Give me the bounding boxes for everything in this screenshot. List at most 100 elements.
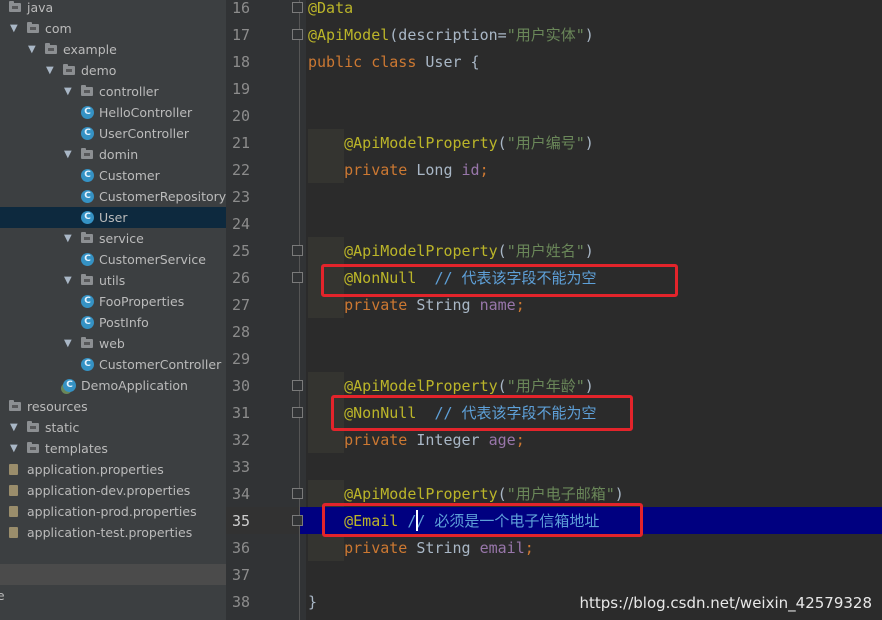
line-number: 18	[231, 53, 250, 71]
expand-arrow-icon[interactable]: ▼	[64, 81, 72, 102]
tree-item-static[interactable]: ▼ static	[0, 417, 226, 438]
tree-item-utils[interactable]: ▼ utils	[0, 270, 226, 291]
tree-item-label: re	[0, 588, 5, 603]
code-token: String	[416, 296, 480, 314]
tree-item-fooproperties[interactable]: C FooProperties	[0, 291, 226, 312]
tree-item-label: DemoApplication	[81, 378, 188, 393]
tree-item-label: service	[99, 231, 144, 246]
code-token: (	[497, 485, 507, 503]
code-line[interactable]: private String email;	[308, 535, 534, 562]
code-line[interactable]: @Data	[308, 0, 353, 22]
tree-item-controller[interactable]: ▼ controller	[0, 81, 226, 102]
folder-icon	[81, 85, 93, 96]
code-line[interactable]: @ApiModel(description="用户实体")	[308, 22, 594, 49]
tree-item-templates[interactable]: ▼ templates	[0, 438, 226, 459]
tree-item-label: User	[99, 210, 128, 225]
tree-item-postinfo[interactable]: C PostInfo	[0, 312, 226, 333]
tree-item-demoapplication[interactable]: C DemoApplication	[0, 375, 226, 396]
folder-icon	[45, 43, 57, 54]
code-token: )	[584, 377, 594, 395]
code-line[interactable]: public class User {	[308, 49, 480, 76]
fold-marker-icon[interactable]	[292, 245, 303, 256]
tree-item-customerrepository[interactable]: C CustomerRepository	[0, 186, 226, 207]
tree-item-customercontroller[interactable]: C CustomerController	[0, 354, 226, 375]
tree-item-service[interactable]: ▼ service	[0, 228, 226, 249]
tree-item-domin[interactable]: ▼ domin	[0, 144, 226, 165]
fold-end-icon[interactable]	[292, 407, 303, 418]
tree-item-web[interactable]: ▼ web	[0, 333, 226, 354]
tree-item-label: java	[27, 0, 54, 15]
tree-item-application-dev-properties[interactable]: application-dev.properties	[0, 480, 226, 501]
code-token: private	[344, 296, 417, 314]
tree-item-usercontroller[interactable]: C UserController	[0, 123, 226, 144]
code-token: (	[497, 134, 507, 152]
tree-item-label: Customer	[99, 168, 160, 183]
code-line[interactable]: @ApiModelProperty("用户姓名")	[308, 238, 594, 265]
expand-arrow-icon[interactable]: ▼	[64, 270, 72, 291]
code-token: @ApiModelProperty	[344, 134, 498, 152]
tree-item-resources[interactable]: ▼resources	[0, 396, 226, 417]
tree-item-user[interactable]: C User	[0, 207, 226, 228]
tree-item-label: CustomerService	[99, 252, 206, 267]
code-token: )	[584, 26, 594, 44]
line-number: 26	[231, 269, 250, 287]
fold-end-icon[interactable]	[292, 272, 303, 283]
tree-item-hellocontroller[interactable]: C HelloController	[0, 102, 226, 123]
tree-item-label: FooProperties	[99, 294, 185, 309]
tree-item-example[interactable]: ▼ example	[0, 39, 226, 60]
expand-arrow-icon[interactable]: ▼	[64, 333, 72, 354]
tree-item-demo[interactable]: ▼ demo	[0, 60, 226, 81]
code-line[interactable]: private Integer age;	[308, 427, 525, 454]
code-token: ;	[524, 539, 534, 557]
code-line[interactable]: }	[308, 589, 317, 616]
tree-item-label: application-test.properties	[27, 525, 193, 540]
project-tree[interactable]: ▼java▼com▼example▼demo▼controllerCHelloC…	[0, 0, 226, 620]
expand-arrow-icon[interactable]: ▼	[28, 39, 36, 60]
code-token: )	[584, 242, 594, 260]
fold-marker-icon[interactable]	[292, 488, 303, 499]
tree-item-blank[interactable]	[0, 564, 226, 585]
tree-item-com[interactable]: ▼ com	[0, 18, 226, 39]
tree-item-application-properties[interactable]: application.properties	[0, 459, 226, 480]
tree-item-java[interactable]: ▼java	[0, 0, 226, 18]
fold-end-icon[interactable]	[292, 515, 303, 526]
code-token: String	[416, 539, 480, 557]
code-line[interactable]: private Long id;	[308, 157, 489, 184]
tree-item-label: domin	[99, 147, 139, 162]
tree-item-customerservice[interactable]: C CustomerService	[0, 249, 226, 270]
line-number: 16	[231, 0, 250, 17]
fold-marker-icon[interactable]	[292, 29, 303, 40]
expand-arrow-icon[interactable]: ▼	[64, 144, 72, 165]
tree-item-re[interactable]: re	[0, 585, 226, 606]
properties-file-icon	[9, 506, 18, 517]
code-token: "用户姓名"	[506, 242, 585, 260]
tree-item-label: demo	[81, 63, 117, 78]
line-number: 23	[231, 188, 250, 206]
class-icon: C	[81, 106, 94, 119]
fold-marker-icon[interactable]	[292, 2, 303, 13]
fold-marker-icon[interactable]	[292, 380, 303, 391]
tree-item-application-prod-properties[interactable]: application-prod.properties	[0, 501, 226, 522]
code-line[interactable]: @ApiModelProperty("用户编号")	[308, 130, 594, 157]
expand-arrow-icon[interactable]: ▼	[64, 228, 72, 249]
line-number: 30	[231, 377, 250, 395]
line-number: 24	[231, 215, 250, 233]
tree-item-application-test-properties[interactable]: application-test.properties	[0, 522, 226, 543]
class-icon: C	[81, 316, 94, 329]
tree-item-label: HelloController	[99, 105, 193, 120]
tree-item-customer[interactable]: C Customer	[0, 165, 226, 186]
class-icon: C	[81, 358, 94, 371]
highlight-box-nonnull-name	[321, 264, 678, 297]
expand-arrow-icon[interactable]: ▼	[46, 60, 54, 81]
code-token: ;	[515, 431, 525, 449]
line-number: 33	[231, 458, 250, 476]
expand-arrow-icon[interactable]: ▼	[10, 438, 18, 459]
expand-arrow-icon[interactable]: ▼	[10, 417, 18, 438]
tree-item-blank[interactable]	[0, 543, 226, 564]
line-number: 27	[231, 296, 250, 314]
code-token: age	[488, 431, 516, 449]
class-icon: C	[81, 295, 94, 308]
expand-arrow-icon[interactable]: ▼	[10, 18, 18, 39]
